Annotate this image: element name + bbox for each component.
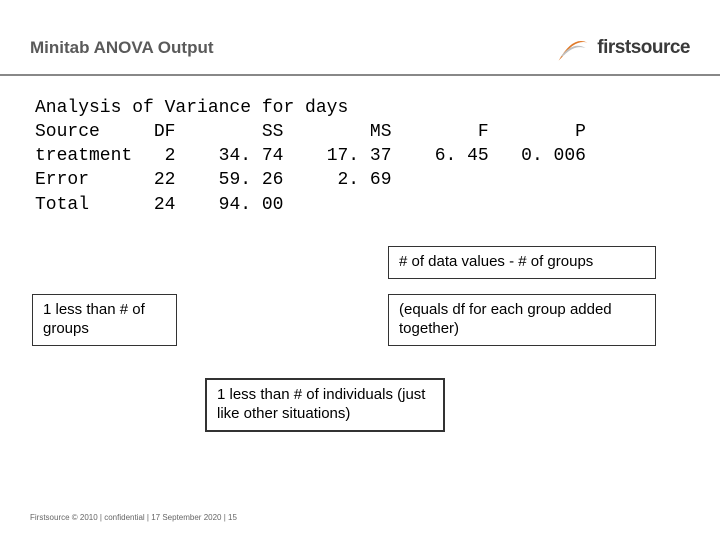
- anova-heading: Analysis of Variance for days: [35, 98, 348, 118]
- slide-footer: Firstsource © 2010 | confidential | 17 S…: [30, 513, 237, 522]
- anova-output: Analysis of Variance for days Source DF …: [35, 96, 685, 217]
- annotation-one-less-individuals: 1 less than # of individuals (just like …: [205, 378, 445, 432]
- slide-content: Analysis of Variance for days Source DF …: [0, 96, 720, 217]
- anova-col-f: F: [478, 122, 489, 142]
- annotation-one-less-groups: 1 less than # of groups: [32, 294, 177, 346]
- anova-row: treatment: [35, 146, 132, 166]
- firstsource-swoosh-icon: [555, 30, 591, 66]
- anova-row: Error: [35, 170, 89, 190]
- page-title: Minitab ANOVA Output: [30, 38, 214, 58]
- header-divider: [0, 74, 720, 76]
- anova-col-source: Source: [35, 122, 100, 142]
- logo-text: firstsource: [597, 37, 690, 59]
- anova-col-ms: MS: [370, 122, 392, 142]
- anova-col-ss: SS: [262, 122, 284, 142]
- anova-col-df: DF: [154, 122, 176, 142]
- annotation-data-minus-groups: # of data values - # of groups: [388, 246, 656, 279]
- annotation-equals-df: (equals df for each group added together…: [388, 294, 656, 346]
- anova-row: Total: [35, 195, 89, 215]
- anova-col-p: P: [575, 122, 586, 142]
- slide-header: Minitab ANOVA Output firstsource: [0, 0, 720, 74]
- logo: firstsource: [555, 30, 690, 66]
